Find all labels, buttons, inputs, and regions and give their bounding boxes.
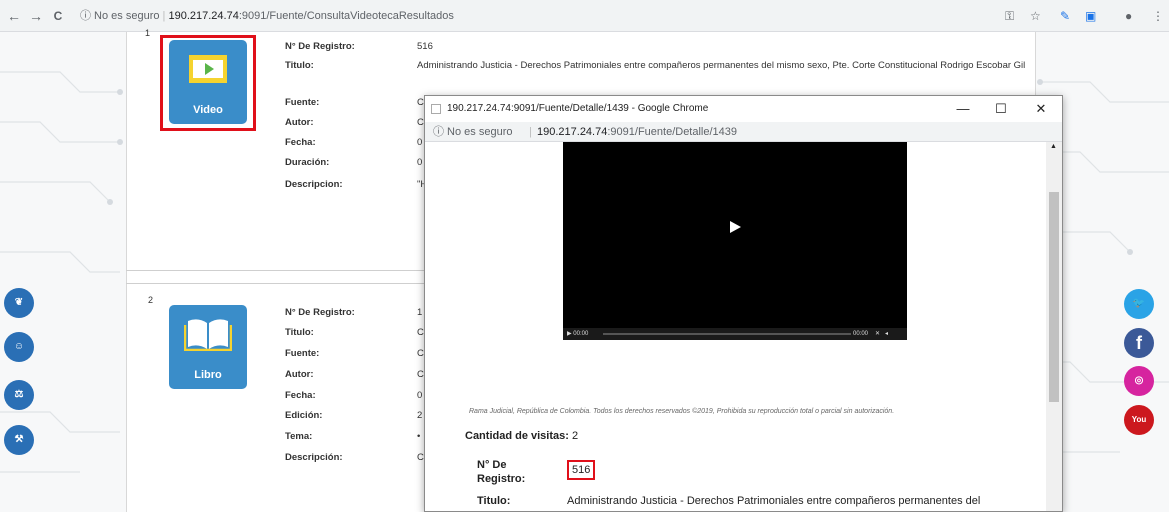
highlight-box	[160, 35, 256, 131]
close-button[interactable]: ✕	[1023, 96, 1059, 122]
fullscreen-icon[interactable]: ✕	[875, 328, 880, 340]
detail-registro: N° De Registro: 516	[477, 458, 1037, 498]
visits-value: 2	[571, 430, 579, 442]
field-label: Titulo:	[285, 327, 314, 338]
field-label: Edición:	[285, 410, 323, 421]
twitter-icon[interactable]: 🐦	[1124, 289, 1154, 319]
maximize-button[interactable]: ☐	[983, 96, 1019, 122]
video-controls[interactable]: ▶ 00:00 00:00 ✕ ◂	[563, 328, 907, 340]
scrollbar-thumb[interactable]	[1049, 192, 1059, 402]
detail-label: Titulo:	[477, 495, 511, 507]
url-host: 190.217.24.74	[168, 10, 239, 22]
video-time-current: ▶ 00:00	[567, 331, 589, 337]
book-tile[interactable]: Libro	[169, 305, 247, 389]
instagram-icon[interactable]: ◎	[1124, 366, 1154, 396]
popup-security-indicator[interactable]: ⓘ No es seguro	[433, 122, 512, 142]
reload-icon[interactable]: C	[50, 8, 66, 24]
page-icon	[431, 104, 441, 114]
result-number: 2	[148, 295, 154, 305]
profile-icon[interactable]: ●	[1125, 9, 1132, 23]
address-bar[interactable]: ⓘ No es seguro | 190.217.24.74:9091/Fuen…	[80, 5, 1080, 27]
detail-registro-value: 516	[567, 460, 596, 480]
field-label: Duración:	[285, 157, 330, 168]
video-time-total: 00:00	[853, 331, 869, 337]
minimize-button[interactable]: —	[945, 96, 981, 122]
field-label: Autor:	[285, 369, 314, 380]
security-indicator[interactable]: ⓘ No es seguro	[80, 10, 159, 22]
visits-label: Cantidad de visitas:	[465, 430, 569, 442]
back-icon[interactable]: ←	[6, 8, 22, 24]
field-label: N° De Registro:	[285, 307, 355, 318]
detail-titulo: Titulo: Administrando Justicia - Derecho…	[477, 494, 1037, 510]
field-label: Autor:	[285, 117, 314, 128]
detail-titulo-value: Administrando Justicia - Derechos Patrim…	[567, 495, 981, 507]
youtube-icon[interactable]: You	[1124, 405, 1154, 435]
copyright-footer: Rama Judicial, República de Colombia. To…	[469, 408, 895, 415]
leaf-icon[interactable]: ❦	[4, 288, 34, 318]
forward-icon[interactable]: →	[28, 8, 44, 24]
result-number: 1	[145, 28, 151, 38]
extension-icon[interactable]: ✎	[1060, 9, 1070, 23]
popup-titlebar[interactable]: 190.217.24.74:9091/Fuente/Detalle/1439 -…	[425, 96, 1062, 122]
field-value: 516	[417, 41, 433, 52]
field-value: Administrando Justicia - Derechos Patrim…	[417, 60, 1026, 71]
popup-url-path: :9091/Fuente/Detalle/1439	[607, 126, 738, 138]
field-label: Descripcion:	[285, 179, 343, 190]
star-icon[interactable]: ☆	[1030, 9, 1041, 23]
browser-toolbar: ← → C ⓘ No es seguro | 190.217.24.74:909…	[0, 0, 1169, 32]
popup-window: 190.217.24.74:9091/Fuente/Detalle/1439 -…	[424, 95, 1063, 512]
menu-icon[interactable]: ⋮	[1152, 9, 1164, 23]
volume-icon[interactable]: ◂	[885, 328, 888, 340]
video-seek-bar[interactable]	[603, 333, 851, 335]
field-label: N° De Registro:	[285, 41, 355, 52]
field-label: Fuente:	[285, 348, 320, 359]
popup-scrollbar[interactable]: ▲	[1046, 142, 1062, 511]
scales-icon[interactable]: ⚖	[4, 380, 34, 410]
key-icon[interactable]: ⚿	[1005, 9, 1014, 24]
cast-icon[interactable]: ▣	[1085, 9, 1096, 23]
url-path: :9091/Fuente/ConsultaVideotecaResultados	[238, 10, 454, 22]
field-label: Descripción:	[285, 452, 343, 463]
field-label: Titulo:	[285, 60, 314, 71]
video-player[interactable]: ▶ 00:00 00:00 ✕ ◂	[563, 142, 907, 340]
popup-title: 190.217.24.74:9091/Fuente/Detalle/1439 -…	[447, 103, 709, 114]
field-label: Fecha:	[285, 390, 316, 401]
tile-label: Libro	[194, 369, 222, 381]
gavel-icon[interactable]: ⚒	[4, 425, 34, 455]
facebook-icon[interactable]: f	[1124, 328, 1154, 358]
reader-icon[interactable]: ☺	[4, 332, 34, 362]
scroll-up-icon[interactable]: ▲	[1050, 143, 1057, 150]
visit-count: Cantidad de visitas: 2	[465, 430, 578, 442]
field-label: Fuente:	[285, 97, 320, 108]
popup-content: ▶ 00:00 00:00 ✕ ◂ Rama Judicial, Repúbli…	[425, 142, 1046, 511]
field-label: Fecha:	[285, 137, 316, 148]
detail-label: N° De Registro:	[477, 459, 526, 485]
play-icon[interactable]	[728, 220, 742, 234]
book-icon	[184, 319, 232, 351]
field-label: Tema:	[285, 431, 313, 442]
popup-url-host: 190.217.24.74	[537, 126, 608, 138]
popup-address-bar[interactable]: ⓘ No es seguro | 190.217.24.74:9091/Fuen…	[425, 122, 1062, 142]
